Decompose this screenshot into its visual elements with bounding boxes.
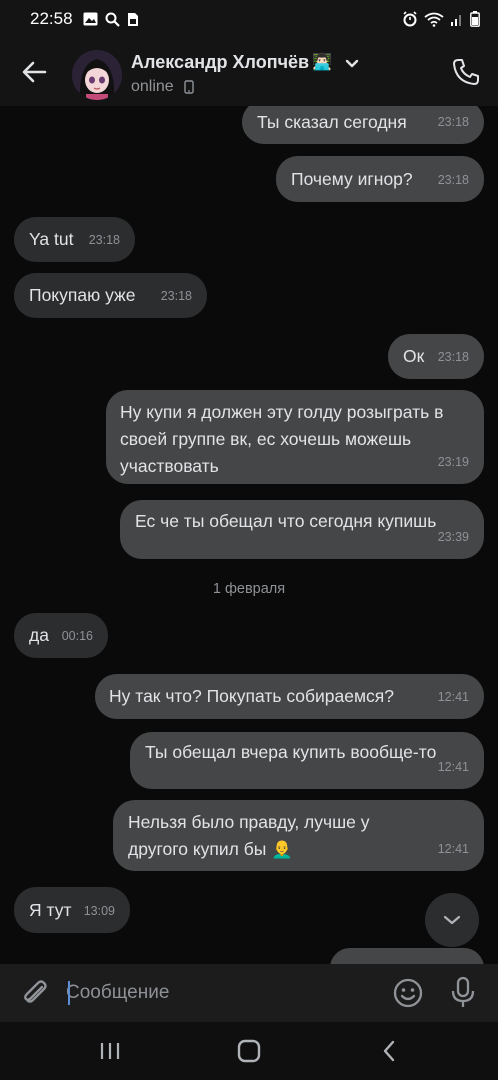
message-text: Ес че ты обещал что сегодня купишь xyxy=(135,511,437,531)
message-outgoing[interactable]: Ну так что? Покупать собираемся? 12:41 xyxy=(95,674,484,719)
system-back-button[interactable] xyxy=(371,1036,407,1066)
message-time: 13:09 xyxy=(83,904,115,918)
text-caret xyxy=(68,981,70,1005)
battery-icon xyxy=(470,11,480,27)
gallery-icon xyxy=(83,12,98,26)
message-time: 23:18 xyxy=(88,233,120,247)
contact-name[interactable]: Александр Хлопчёв xyxy=(131,52,309,73)
message-incoming[interactable]: Я тут 13:09 xyxy=(14,887,130,933)
home-button[interactable] xyxy=(231,1036,267,1066)
microphone-icon xyxy=(451,976,475,1007)
emoji-button[interactable] xyxy=(392,977,424,1009)
message-outgoing[interactable]: Нельзя было правду, лучше у другого купи… xyxy=(113,800,484,871)
message-text: Нельзя было правду, лучше у другого купи… xyxy=(128,812,370,859)
attach-button[interactable] xyxy=(20,978,50,1008)
message-time: 00:16 xyxy=(61,629,93,643)
status-bar: 22:58 xyxy=(0,0,498,38)
back-button[interactable] xyxy=(18,58,50,86)
message-time: 23:18 xyxy=(437,115,469,129)
recent-apps-button[interactable] xyxy=(92,1036,128,1066)
message-list[interactable]: Ты сказал сегодня 23:18 Почему игнор? 23… xyxy=(0,106,498,964)
contact-status: online xyxy=(131,78,174,95)
chevron-down-icon xyxy=(443,915,461,925)
message-text: Ну так что? Покупать собираемся? xyxy=(109,686,394,706)
message-time: 12:41 xyxy=(437,760,469,774)
message-time: 23:18 xyxy=(437,350,469,364)
message-time: 12:41 xyxy=(437,842,469,856)
phone-icon xyxy=(453,59,479,85)
message-outgoing-partial[interactable] xyxy=(330,948,484,964)
message-text: Ты обещал вчера купить вообще-то xyxy=(145,742,437,762)
avatar[interactable] xyxy=(72,50,122,100)
home-icon xyxy=(237,1039,261,1063)
message-incoming[interactable]: да 00:16 xyxy=(14,613,108,658)
system-navigation-bar xyxy=(0,1022,498,1080)
search-icon xyxy=(105,12,120,27)
message-input[interactable] xyxy=(66,976,376,1010)
wifi-icon xyxy=(424,12,444,27)
back-chevron-icon xyxy=(383,1040,395,1062)
date-separator: 1 февраля xyxy=(212,581,286,597)
message-outgoing[interactable]: Ты сказал сегодня 23:18 xyxy=(242,106,484,144)
status-time: 22:58 xyxy=(30,9,73,28)
message-text: Ну купи я должен эту голду розыграть в с… xyxy=(120,402,444,476)
message-incoming[interactable]: Покупаю уже 23:18 xyxy=(14,273,207,318)
paperclip-icon xyxy=(24,980,47,1003)
message-outgoing[interactable]: Ок 23:18 xyxy=(388,334,484,379)
avatar-image xyxy=(72,50,122,100)
chevron-down-icon[interactable] xyxy=(344,58,360,70)
call-button[interactable] xyxy=(450,56,482,88)
chat-header: Александр Хлопчёв 👨🏻‍💻 online xyxy=(0,38,498,106)
voice-message-button[interactable] xyxy=(448,976,478,1010)
alarm-icon xyxy=(403,11,417,27)
message-outgoing[interactable]: Почему игнор? 23:18 xyxy=(276,156,484,202)
scroll-down-button[interactable] xyxy=(425,893,479,947)
signal-icon xyxy=(451,15,461,26)
message-outgoing[interactable]: Ес че ты обещал что сегодня купишь 23:39 xyxy=(120,500,484,559)
message-time: 23:39 xyxy=(437,530,469,544)
message-text: Ок xyxy=(403,346,425,366)
message-time: 12:41 xyxy=(437,690,469,704)
message-incoming[interactable]: Ya tut 23:18 xyxy=(14,217,135,262)
message-time: 23:18 xyxy=(437,173,469,187)
smiley-icon xyxy=(393,978,423,1008)
message-outgoing[interactable]: Ты обещал вчера купить вообще-то 12:41 xyxy=(130,732,484,789)
sim-card-icon xyxy=(127,12,138,26)
arrow-left-icon xyxy=(22,61,47,83)
message-composer xyxy=(0,964,498,1022)
message-outgoing[interactable]: Ну купи я должен эту голду розыграть в с… xyxy=(106,390,484,484)
message-time: 23:19 xyxy=(437,455,469,469)
message-time: 23:18 xyxy=(160,289,192,303)
contact-emoji: 👨🏻‍💻 xyxy=(312,54,332,71)
mobile-icon xyxy=(184,80,194,94)
recent-apps-icon xyxy=(100,1043,120,1059)
